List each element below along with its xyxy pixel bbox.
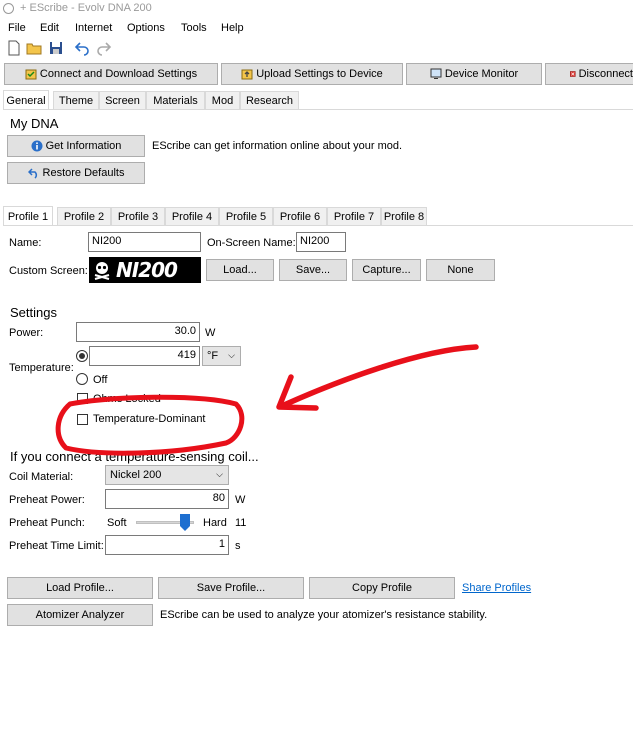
punch-value: 11: [235, 517, 247, 529]
get-info-description: EScribe can get information online about…: [152, 140, 403, 152]
menu-edit[interactable]: Edit: [40, 22, 59, 34]
share-profiles-link[interactable]: Share Profiles: [462, 582, 531, 594]
screen-capture-button[interactable]: Capture...: [352, 259, 421, 281]
coil-material-select[interactable]: Nickel 200 ⌵: [105, 465, 229, 485]
custom-screen-label: Custom Screen:: [9, 265, 88, 277]
coil-heading: If you connect a temperature-sensing coi…: [10, 449, 259, 464]
info-icon: [31, 140, 43, 152]
ohms-locked-checkbox[interactable]: [77, 393, 88, 404]
punch-hard-label: Hard: [203, 517, 227, 529]
connect-download-button[interactable]: Connect and Download Settings: [4, 63, 218, 85]
power-input[interactable]: 30.0: [76, 322, 200, 342]
menu-help[interactable]: Help: [221, 22, 244, 34]
skull-icon: [94, 262, 110, 280]
annotation-arrow-head: [276, 374, 319, 411]
save-profile-button[interactable]: Save Profile...: [158, 577, 304, 599]
settings-heading: Settings: [10, 305, 57, 320]
screen-none-button[interactable]: None: [426, 259, 495, 281]
restore-defaults-button[interactable]: Restore Defaults: [7, 162, 145, 184]
undo-icon[interactable]: [74, 40, 90, 56]
preheat-power-unit: W: [235, 494, 246, 506]
disconnect-button[interactable]: Disconnect: [545, 63, 633, 85]
tab-general[interactable]: General: [3, 90, 49, 110]
upload-icon: [241, 69, 253, 80]
temperature-label: Temperature:: [9, 362, 74, 374]
preheat-power-input[interactable]: 80: [105, 489, 229, 509]
off-radio[interactable]: [76, 373, 88, 385]
tab-screen[interactable]: Screen: [99, 91, 146, 109]
tab-profile-8[interactable]: Profile 8: [381, 207, 427, 225]
tab-mod[interactable]: Mod: [205, 91, 240, 109]
name-label: Name:: [9, 237, 42, 249]
upload-settings-button[interactable]: Upload Settings to Device: [221, 63, 403, 85]
tab-research[interactable]: Research: [240, 91, 299, 109]
chevron-down-icon: ⌵: [228, 350, 235, 360]
atomizer-description: EScribe can be used to analyze your atom…: [160, 609, 488, 621]
coil-material-label: Coil Material:: [9, 471, 74, 483]
custom-screen-preview[interactable]: NI200: [89, 257, 201, 283]
disconnect-icon: [570, 71, 576, 77]
temperature-unit-select[interactable]: °F ⌵: [202, 346, 241, 366]
title-bar: + EScribe - Evolv DNA 200: [0, 0, 633, 18]
screen-load-button[interactable]: Load...: [206, 259, 274, 281]
tab-profile-3[interactable]: Profile 3: [111, 207, 165, 225]
menu-tools[interactable]: Tools: [181, 22, 207, 34]
annotation-circle: [55, 394, 245, 456]
tab-profile-6[interactable]: Profile 6: [273, 207, 327, 225]
main-tab-strip: General Theme Screen Materials Mod Resea…: [3, 90, 633, 110]
save-icon[interactable]: [48, 40, 64, 56]
punch-soft-label: Soft: [107, 517, 127, 529]
off-label: Off: [93, 374, 108, 386]
tab-profile-7[interactable]: Profile 7: [327, 207, 381, 225]
preheat-punch-label: Preheat Punch:: [9, 517, 85, 529]
app-icon: [3, 3, 14, 14]
new-file-icon[interactable]: [6, 40, 22, 56]
menu-file[interactable]: File: [8, 22, 26, 34]
tab-materials[interactable]: Materials: [146, 91, 205, 109]
annotation-arrow-shaft: [281, 344, 479, 408]
temperature-input[interactable]: 419: [89, 346, 200, 366]
tab-theme[interactable]: Theme: [53, 91, 99, 109]
tab-profile-4[interactable]: Profile 4: [165, 207, 219, 225]
tab-profile-5[interactable]: Profile 5: [219, 207, 273, 225]
preheat-time-input[interactable]: 1: [105, 535, 229, 555]
window-title: + EScribe - Evolv DNA 200: [20, 2, 152, 14]
tab-divider: [3, 109, 633, 110]
onscreen-name-input[interactable]: NI200: [296, 232, 346, 252]
redo-icon[interactable]: [96, 40, 112, 56]
profile-tab-strip: Profile 1 Profile 2 Profile 3 Profile 4 …: [3, 206, 633, 226]
ohms-locked-label: Ohms Locked: [93, 393, 161, 405]
temperature-radio[interactable]: [76, 350, 88, 362]
tab-profile-1[interactable]: Profile 1: [3, 206, 53, 226]
name-input[interactable]: NI200: [88, 232, 201, 252]
device-monitor-button[interactable]: Device Monitor: [406, 63, 542, 85]
power-label: Power:: [9, 327, 44, 339]
menu-options[interactable]: Options: [127, 22, 165, 34]
get-information-button[interactable]: Get Information: [7, 135, 145, 157]
custom-screen-text: NI200: [116, 258, 178, 282]
copy-profile-button[interactable]: Copy Profile: [309, 577, 455, 599]
temperature-dominant-checkbox[interactable]: [77, 414, 88, 425]
preheat-punch-slider[interactable]: [136, 513, 194, 533]
power-unit: W: [205, 327, 216, 339]
onscreen-name-label: On-Screen Name:: [207, 237, 296, 249]
load-profile-button[interactable]: Load Profile...: [7, 577, 153, 599]
menu-internet[interactable]: Internet: [75, 22, 112, 34]
atomizer-analyzer-button[interactable]: Atomizer Analyzer: [7, 604, 153, 626]
preheat-time-unit: s: [235, 540, 241, 552]
preheat-time-label: Preheat Time Limit:: [9, 540, 104, 552]
slider-thumb[interactable]: [180, 514, 190, 531]
screen-save-button[interactable]: Save...: [279, 259, 347, 281]
temperature-dominant-label: Temperature-Dominant: [93, 413, 206, 425]
restore-icon: [27, 168, 37, 179]
preheat-power-label: Preheat Power:: [9, 494, 85, 506]
open-folder-icon[interactable]: [26, 40, 42, 56]
monitor-icon: [430, 68, 442, 79]
my-dna-heading: My DNA: [10, 116, 59, 131]
tab-profile-2[interactable]: Profile 2: [57, 207, 111, 225]
chevron-down-icon: ⌵: [216, 469, 223, 479]
menu-bar: File Edit Internet Options Tools Help: [0, 19, 633, 38]
profile-tab-divider: [3, 225, 633, 226]
download-icon: [25, 69, 37, 80]
